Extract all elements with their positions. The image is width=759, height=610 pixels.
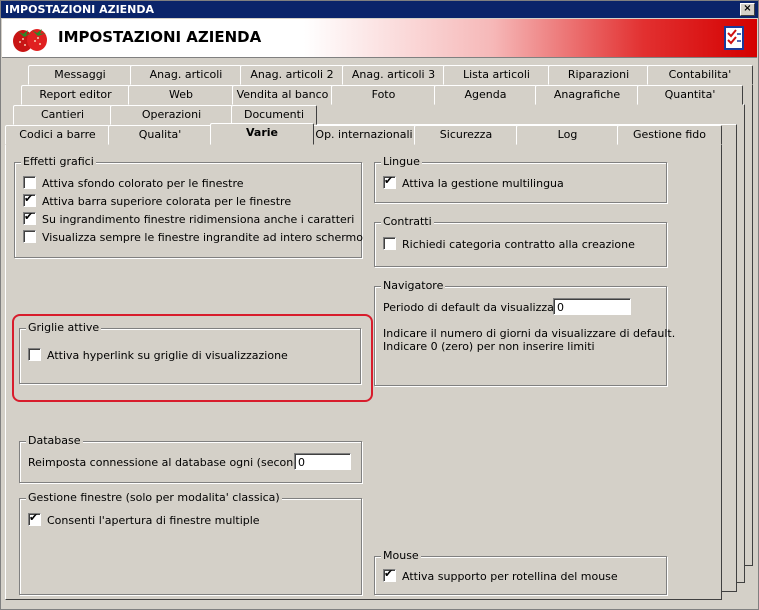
tab-anag-articoli-3[interactable]: Anag. articoli 3 — [342, 65, 445, 85]
tab-anag-articoli[interactable]: Anag. articoli — [130, 65, 242, 85]
group-lingue: Lingue ✔ Attiva la gestione multilingua — [374, 155, 667, 203]
checkbox-label: Richiedi categoria contratto alla creazi… — [402, 238, 635, 251]
navigatore-label: Periodo di default da visualizzare : — [383, 301, 573, 314]
checkbox-box[interactable]: ✔ — [23, 192, 36, 207]
checkbox-label: Attiva barra superiore colorata per le f… — [42, 195, 292, 208]
page-title: IMPOSTAZIONI AZIENDA — [58, 28, 262, 46]
check-mark-icon: ✔ — [384, 567, 394, 580]
group-legend: Effetti grafici — [21, 155, 96, 168]
tab-operazioni[interactable]: Operazioni — [110, 105, 233, 125]
tab-foto[interactable]: Foto — [331, 85, 436, 105]
checkbox-categoria-contratto[interactable]: Richiedi categoria contratto alla creazi… — [383, 237, 635, 253]
checkbox-label: Attiva supporto per rotellina del mouse — [402, 570, 618, 583]
group-griglie-attive: Griglie attive Attiva hyperlink su grigl… — [19, 321, 361, 384]
checkbox-box[interactable] — [23, 176, 36, 189]
group-legend: Lingue — [381, 155, 422, 168]
tab-report-editor[interactable]: Report editor — [21, 85, 130, 105]
close-button[interactable]: × — [740, 3, 755, 16]
checkbox-box[interactable]: ✔ — [23, 210, 36, 225]
tab-web[interactable]: Web — [128, 85, 234, 105]
group-mouse: Mouse ✔ Attiva supporto per rotellina del… — [374, 549, 667, 595]
group-legend: Database — [26, 434, 83, 447]
check-mark-icon: ✔ — [24, 192, 34, 205]
group-gestione-finestre: Gestione finestre (solo per modalita' cl… — [19, 491, 362, 595]
tab-varie[interactable]: Varie — [210, 123, 314, 145]
group-legend: Contratti — [381, 215, 434, 228]
tab-lista-articoli[interactable]: Lista articoli — [443, 65, 550, 85]
header-banner: IMPOSTAZIONI AZIENDA — [2, 19, 757, 58]
checkbox-box[interactable]: ✔ — [383, 174, 396, 189]
group-legend: Mouse — [381, 549, 421, 562]
tab-codici-a-barre[interactable]: Codici a barre — [5, 125, 110, 145]
group-legend: Gestione finestre (solo per modalita' cl… — [26, 491, 282, 504]
tab-qualita[interactable]: Qualita' — [108, 125, 212, 145]
tab-cantieri[interactable]: Cantieri — [13, 105, 112, 125]
checkbox-label: Consenti l'apertura di finestre multiple — [47, 514, 260, 527]
checkbox-label: Su ingrandimento finestre ridimensiona a… — [42, 213, 355, 226]
tab-op-internazionali[interactable]: Op. internazionali — [312, 125, 416, 145]
checkbox-box[interactable]: ✔ — [28, 511, 41, 526]
checkbox-barra-superiore[interactable]: ✔ Attiva barra superiore colorata per le … — [23, 192, 292, 210]
group-navigatore: Navigatore Periodo di default da visuali… — [374, 279, 675, 386]
database-label: Reimposta connessione al database ogni (… — [28, 456, 315, 469]
checkbox-intero-schermo[interactable]: Visualizza sempre le finestre ingrandite… — [23, 230, 363, 246]
check-mark-icon: ✔ — [384, 174, 394, 187]
group-legend: Navigatore — [381, 279, 446, 292]
checkbox-finestre-multiple[interactable]: ✔ Consenti l'apertura di finestre multipl… — [28, 511, 260, 529]
tab-agenda[interactable]: Agenda — [434, 85, 537, 105]
tab-messaggi[interactable]: Messaggi — [28, 65, 132, 85]
checkbox-label: Attiva sfondo colorato per le finestre — [42, 177, 244, 190]
title-bar: IMPOSTAZIONI AZIENDA × — [1, 1, 758, 18]
window-title: IMPOSTAZIONI AZIENDA — [5, 3, 155, 16]
checkbox-hyperlink-griglie[interactable]: Attiva hyperlink su griglie di visualizz… — [28, 348, 288, 364]
database-seconds-input[interactable]: 0 — [294, 453, 351, 470]
checkbox-multilingua[interactable]: ✔ Attiva la gestione multilingua — [383, 174, 564, 192]
tab-quantita[interactable]: Quantita' — [637, 85, 743, 105]
tab-riparazioni[interactable]: Riparazioni — [548, 65, 649, 85]
checklist-icon[interactable] — [723, 25, 745, 51]
tab-vendita-al-banco[interactable]: Vendita al banco — [232, 85, 333, 105]
group-contratti: Contratti Richiedi categoria contratto a… — [374, 215, 667, 267]
tab-content-varie: Effetti grafici Attiva sfondo colorato p… — [5, 144, 722, 600]
navigatore-days-input[interactable]: 0 — [553, 298, 631, 315]
checkbox-label: Visualizza sempre le finestre ingrandite… — [42, 231, 363, 244]
checkbox-label: Attiva hyperlink su griglie di visualizz… — [47, 349, 288, 362]
group-database: Database Reimposta connessione al databa… — [19, 434, 362, 483]
checkbox-ridimensiona-caratteri[interactable]: ✔ Su ingrandimento finestre ridimensiona … — [23, 210, 355, 228]
checkbox-sfondo-colorato[interactable]: Attiva sfondo colorato per le finestre — [23, 176, 244, 192]
tab-gestione-fido[interactable]: Gestione fido — [617, 125, 722, 145]
tab-contabilita[interactable]: Contabilita' — [647, 65, 753, 85]
strawberry-logo-icon — [13, 29, 47, 52]
navigatore-note-2: Indicare 0 (zero) per non inserire limit… — [383, 340, 595, 353]
tab-log[interactable]: Log — [516, 125, 619, 145]
group-legend: Griglie attive — [26, 321, 102, 334]
checkbox-box[interactable]: ✔ — [383, 567, 396, 582]
checkbox-label: Attiva la gestione multilingua — [402, 177, 564, 190]
tab-anagrafiche[interactable]: Anagrafiche — [535, 85, 639, 105]
tab-anag-articoli-2[interactable]: Anag. articoli 2 — [240, 65, 344, 85]
group-effetti-grafici: Effetti grafici Attiva sfondo colorato p… — [14, 155, 363, 258]
check-mark-icon: ✔ — [24, 210, 34, 223]
navigatore-note-1: Indicare il numero di giorni da visualiz… — [383, 327, 676, 340]
check-mark-icon: ✔ — [29, 511, 39, 524]
tab-documenti[interactable]: Documenti — [231, 105, 317, 125]
checkbox-rotellina-mouse[interactable]: ✔ Attiva supporto per rotellina del mouse — [383, 567, 618, 585]
checkbox-box[interactable] — [383, 237, 396, 250]
checkbox-box[interactable] — [28, 348, 41, 361]
checkbox-box[interactable] — [23, 230, 36, 243]
tab-sicurezza[interactable]: Sicurezza — [414, 125, 518, 145]
